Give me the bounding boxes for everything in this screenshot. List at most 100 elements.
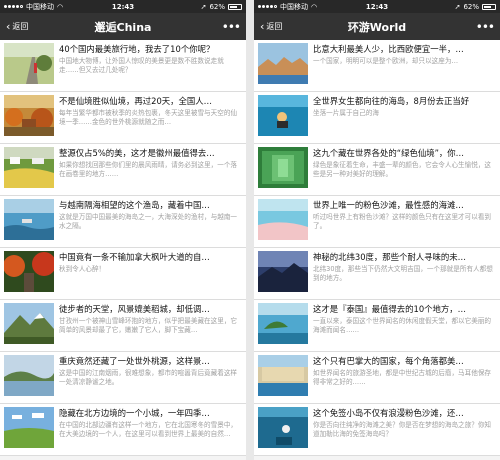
article-text: 隐藏在北方边境的一个小城，一年四季… 在中国的北部边疆有这样一个地方，它在北国寒冬… bbox=[59, 407, 242, 439]
article-text: 比意大利最美人少，比西欧便宜一半，… 一个国家，明明可以是整个欧洲，却只以这座为… bbox=[313, 43, 496, 75]
nav-bar: ‹ 返回 邂逅China ••• bbox=[0, 13, 246, 40]
article-title: 这九个藏在世界各处的“绿色仙境”，你… bbox=[313, 148, 465, 158]
article-title: 不是仙境胜似仙境，再过20天，全国人… bbox=[59, 96, 213, 106]
article-item[interactable]: 徒步者的天堂，风景媲美稻城，却低调… 甘孜州一个被神山雪峰环抱的地方，似乎把最美藏… bbox=[0, 300, 246, 352]
page-title: 环游World bbox=[347, 20, 407, 34]
article-summary: 坐落一片属于自己的海 bbox=[313, 109, 379, 117]
article-text: 不是仙境胜似仙境，再过20天，全国人… 每年当繁华都市被秋季的炎热包裹，冬天这里被… bbox=[59, 95, 242, 127]
article-summary: 这就是万国中国最美的海岛之一，大海深处的渔村，与越南一水之隔。 bbox=[59, 213, 238, 230]
article-thumbnail bbox=[4, 407, 54, 448]
article-summary: 中国地大物博，让外国人惊叹的美景更是数不胜数说走就走……但又去过几处呢？ bbox=[59, 57, 224, 74]
article-item[interactable]: 中国竟有一条不输加拿大枫叶大道的自… 秋到令人心醉！ bbox=[0, 248, 246, 300]
article-text: 徒步者的天堂，风景媲美稻城，却低调… 甘孜州一个被神山雪峰环抱的地方，似乎把最美藏… bbox=[59, 303, 242, 335]
article-thumbnail bbox=[258, 95, 308, 136]
article-summary: 这是中国的江南烟雨，很难想象，都市的喧嚣背后竟藏着这样一处清凉静谧之地。 bbox=[59, 369, 238, 386]
battery-percent: 62% bbox=[463, 2, 479, 11]
wifi-icon: ◠ bbox=[311, 2, 318, 11]
nav-bar: ‹ 返回 环游World ••• bbox=[254, 13, 500, 40]
article-item[interactable]: 隐藏在北方边境的一个小城，一年四季… 在中国的北部边疆有这样一个地方，它在北国寒冬… bbox=[0, 404, 246, 456]
article-item[interactable]: 整源仅占5%的美，这才是徽州最值得去… 如果你想找回那些你们里的晨风雨晴，请务必到… bbox=[0, 144, 246, 196]
location-icon: ➚ bbox=[454, 2, 461, 11]
two-screens: 中国移动 ◠ 12:43 ➚ 62% ‹ 返回 邂逅China ••• 40个国内… bbox=[0, 0, 500, 460]
article-thumbnail bbox=[258, 251, 308, 292]
article-text: 中国竟有一条不输加拿大枫叶大道的自… 秋到令人心醉！ bbox=[59, 251, 242, 283]
more-menu-icon[interactable]: ••• bbox=[222, 20, 241, 34]
article-item[interactable]: 不是仙境胜似仙境，再过20天，全国人… 每年当繁华都市被秋季的炎热包裹，冬天这里被… bbox=[0, 92, 246, 144]
battery-icon bbox=[482, 3, 496, 10]
article-item[interactable]: 世界上唯一的粉色沙滩，最性感的海滩… 听过吗世界上有粉色沙滩？这样的颜色只有在这里… bbox=[254, 196, 500, 248]
article-text: 这九个藏在世界各处的“绿色仙境”，你… 绿色是象征着生命，丰盛一辈的颜色，它会令人… bbox=[313, 147, 496, 179]
article-item[interactable]: 与越南隔海相望的这个渔岛，藏着中国… 这就是万国中国最美的海岛之一，大海深处的渔村… bbox=[0, 196, 246, 248]
status-bar: 中国移动 ◠ 12:43 ➚ 62% bbox=[254, 0, 500, 13]
article-item[interactable]: 这个免签小岛不仅有浪漫粉色沙滩，还… 你是否向往纯净的海滩之美？你是否在梦想的海岛… bbox=[254, 404, 500, 456]
article-thumbnail bbox=[258, 147, 308, 188]
article-summary: 一直以来，泰国这个世界闻名的休闲度假天堂，都以它美丽的海滩而闻名…… bbox=[313, 317, 492, 334]
location-icon: ➚ bbox=[200, 2, 207, 11]
article-summary: 如果你想找回那些你们里的晨风雨晴，请务必到这里，一个落在画卷里的地方…… bbox=[59, 161, 238, 178]
article-summary: 秋到令人心醉！ bbox=[59, 265, 106, 273]
page-title: 邂逅China bbox=[94, 20, 152, 34]
article-title: 世界上唯一的粉色沙滩，最性感的海滩… bbox=[313, 200, 464, 210]
battery-icon bbox=[228, 3, 242, 10]
article-thumbnail bbox=[4, 251, 54, 292]
article-thumbnail bbox=[4, 303, 54, 344]
back-label: 返回 bbox=[266, 22, 283, 31]
article-summary: 每年当繁华都市被秋季的炎热包裹，冬天这里被雪与天空的仙境一季……金色的世外桃源就… bbox=[59, 109, 238, 126]
article-item[interactable]: 这九个藏在世界各处的“绿色仙境”，你… 绿色是象征着生命，丰盛一辈的颜色，它会令人… bbox=[254, 144, 500, 196]
carrier-label: 中国移动 bbox=[280, 2, 308, 11]
article-item[interactable]: 40个国内最美旅行地，我去了10个你呢？ 中国地大物博，让外国人惊叹的美景更是数不… bbox=[0, 40, 246, 92]
article-item[interactable]: 重庆竟然还藏了一处世外桃源，这样景… 这是中国的江南烟雨，很难想象，都市的喧嚣背后… bbox=[0, 352, 246, 404]
signal-icon bbox=[4, 5, 23, 8]
article-title: 重庆竟然还藏了一处世外桃源，这样景… bbox=[59, 356, 210, 366]
article-thumbnail bbox=[4, 95, 54, 136]
article-item[interactable]: 这才是『泰国』最值得去的10个地方，… 一直以来，泰国这个世界闻名的休闲度假天堂，… bbox=[254, 300, 500, 352]
wifi-icon: ◠ bbox=[57, 2, 64, 11]
article-text: 整源仅占5%的美，这才是徽州最值得去… 如果你想找回那些你们里的晨风雨晴，请务必到… bbox=[59, 147, 242, 179]
article-title: 中国竟有一条不输加拿大枫叶大道的自… bbox=[59, 252, 210, 262]
article-list: 比意大利最美人少，比西欧便宜一半，… 一个国家，明明可以是整个欧洲，却只以这座为…… bbox=[254, 40, 500, 456]
back-button[interactable]: ‹ 返回 bbox=[260, 20, 282, 33]
article-item[interactable]: 比意大利最美人少，比西欧便宜一半，… 一个国家，明明可以是整个欧洲，却只以这座为… bbox=[254, 40, 500, 92]
article-title: 徒步者的天堂，风景媲美稻城，却低调… bbox=[59, 304, 210, 314]
phone-screen-right: 中国移动 ◠ 12:43 ➚ 62% ‹ 返回 环游World ••• 比意大利最… bbox=[254, 0, 500, 460]
article-title: 全世界女生都向往的海岛，8月份去正当好 bbox=[313, 96, 470, 106]
article-thumbnail bbox=[258, 355, 308, 396]
article-title: 这个免签小岛不仅有浪漫粉色沙滩，还… bbox=[313, 408, 464, 418]
article-summary: 在中国的北部边疆有这样一个地方，它在北国寒冬的雪景中，在大美边境的一个人，在这里… bbox=[59, 421, 238, 438]
more-menu-icon[interactable]: ••• bbox=[476, 20, 495, 34]
article-summary: 甘孜州一个被神山雪峰环抱的地方，似乎把最美藏在这里，它简单的风景却最了它，嫩嫩了… bbox=[59, 317, 238, 334]
article-title: 这个只有巴掌大的国家，每个角落都美… bbox=[313, 356, 464, 366]
article-title: 神秘的北纬30度，那些个耐人寻味的未… bbox=[313, 252, 467, 262]
article-thumbnail bbox=[258, 43, 308, 84]
chevron-left-icon: ‹ bbox=[260, 20, 265, 33]
back-button[interactable]: ‹ 返回 bbox=[6, 20, 28, 33]
back-label: 返回 bbox=[12, 22, 29, 31]
battery-percent: 62% bbox=[209, 2, 225, 11]
article-title: 这才是『泰国』最值得去的10个地方，… bbox=[313, 304, 467, 314]
article-text: 这个只有巴掌大的国家，每个角落都美… 如世界闻名的旅游圣地，都是中世纪古城的后裔，… bbox=[313, 355, 496, 387]
article-thumbnail bbox=[4, 199, 54, 240]
article-summary: 绿色是象征着生命，丰盛一辈的颜色，它会令人心生愉悦，这些是另一种对美好的理解。 bbox=[313, 161, 492, 178]
chevron-left-icon: ‹ bbox=[6, 20, 11, 33]
article-thumbnail bbox=[258, 303, 308, 344]
article-summary: 你是否向往纯净的海滩之美？你是否在梦想的海岛之旅？你知道加勒比海的免签海岛吗？ bbox=[313, 421, 492, 438]
article-item[interactable]: 全世界女生都向往的海岛，8月份去正当好 坐落一片属于自己的海 bbox=[254, 92, 500, 144]
article-item[interactable]: 神秘的北纬30度，那些个耐人寻味的未… 北纬30度，那些当下仍然大文明吉国，一个那… bbox=[254, 248, 500, 300]
article-thumbnail bbox=[258, 199, 308, 240]
article-summary: 一个国家，明明可以是整个欧洲，却只以这座为… bbox=[313, 57, 459, 65]
article-title: 40个国内最美旅行地，我去了10个你呢？ bbox=[59, 44, 215, 54]
article-thumbnail bbox=[4, 147, 54, 188]
carrier-label: 中国移动 bbox=[26, 2, 54, 11]
article-text: 世界上唯一的粉色沙滩，最性感的海滩… 听过吗世界上有粉色沙滩？这样的颜色只有在这里… bbox=[313, 199, 496, 231]
article-thumbnail bbox=[258, 407, 308, 448]
signal-icon bbox=[258, 5, 277, 8]
article-item[interactable]: 这个只有巴掌大的国家，每个角落都美… 如世界闻名的旅游圣地，都是中世纪古城的后裔，… bbox=[254, 352, 500, 404]
article-text: 与越南隔海相望的这个渔岛，藏着中国… 这就是万国中国最美的海岛之一，大海深处的渔村… bbox=[59, 199, 242, 231]
article-title: 隐藏在北方边境的一个小城，一年四季… bbox=[59, 408, 210, 418]
article-text: 这才是『泰国』最值得去的10个地方，… 一直以来，泰国这个世界闻名的休闲度假天堂，… bbox=[313, 303, 496, 335]
article-summary: 北纬30度，那些当下仍然大文明吉国，一个那就是所有人都想到的地方。 bbox=[313, 265, 493, 282]
article-text: 重庆竟然还藏了一处世外桃源，这样景… 这是中国的江南烟雨，很难想象，都市的喧嚣背后… bbox=[59, 355, 242, 387]
article-text: 40个国内最美旅行地，我去了10个你呢？ 中国地大物博，让外国人惊叹的美景更是数不… bbox=[59, 43, 242, 75]
phone-screen-left: 中国移动 ◠ 12:43 ➚ 62% ‹ 返回 邂逅China ••• 40个国内… bbox=[0, 0, 246, 460]
article-thumbnail bbox=[4, 43, 54, 84]
